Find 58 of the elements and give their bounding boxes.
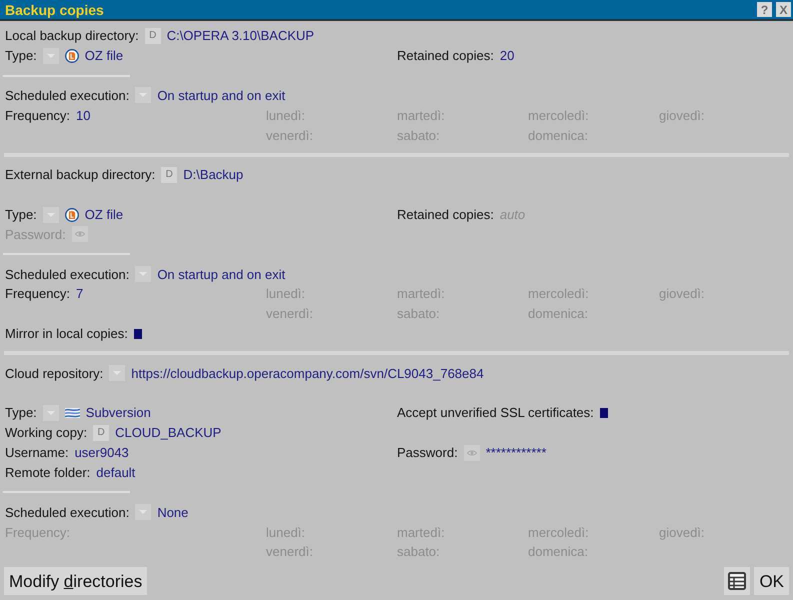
field-label: Mirror in local copies: [5,327,128,340]
dropdown-button[interactable] [135,87,152,104]
checkbox[interactable] [134,328,142,339]
field-label: Retained copies: [397,208,494,222]
field-value[interactable]: Subversion [86,406,151,420]
field-label: Scheduled execution: [5,268,130,281]
field-value[interactable]: 7 [76,287,84,300]
field-value[interactable]: ************ [486,446,546,460]
field-value[interactable]: D:\Backup [183,168,244,182]
title-bar-button[interactable]: ? [757,2,772,17]
field-value[interactable]: OZ file [84,49,124,62]
wave-stripes-icon [64,408,80,418]
document-badge-icon [64,48,79,63]
field-label: Cloud repository: [5,366,104,380]
dropdown-button[interactable] [109,365,126,382]
checkbox[interactable] [600,408,608,418]
field-label: Type: [5,208,37,222]
field-value[interactable]: user9043 [74,446,129,460]
field-label: Password: [397,446,458,460]
dropdown-button[interactable] [42,206,59,223]
field-value[interactable]: default [96,466,136,479]
field-label: Working copy: [5,426,88,440]
field-label: Accept unverified SSL certificates: [397,406,594,420]
field-label: Frequency: [5,287,70,300]
field-label: Frequency: [5,108,70,122]
window-title: Backup copies [5,2,104,16]
document-badge-icon [64,208,79,222]
title-bar-button[interactable]: X [776,2,791,17]
field-value[interactable]: On startup and on exit [157,268,286,281]
field-label: Scheduled execution: [5,88,130,102]
field-value[interactable]: None [157,506,188,519]
field-value[interactable]: https://cloudbackup.operacompany.com/svn/CL9043_768e84 [131,366,484,380]
field-value[interactable]: 10 [76,108,91,122]
dialog-button[interactable]: OK [754,567,789,595]
dropdown-button[interactable] [42,404,59,421]
field-value[interactable]: CLOUD_BACKUP [115,426,222,440]
table-icon [728,572,746,590]
field-label: Retained copies: [397,49,494,62]
dropdown-button[interactable] [42,48,59,64]
field-label: External backup directory: [5,168,156,182]
dialog-button[interactable]: Modify directories [4,567,148,595]
field-label: Local backup directory: [5,29,139,42]
field-value[interactable]: C:\OPERA 3.10\BACKUP [166,29,314,42]
eye-icon [74,231,85,238]
field-value[interactable]: On startup and on exit [157,88,286,102]
field-label: Type: [5,49,37,62]
field-label: Username: [5,446,69,460]
table-view-button[interactable] [724,567,750,595]
dropdown-button[interactable] [135,504,152,520]
reveal-password-button[interactable] [72,226,88,242]
dropdown-button[interactable] [135,266,152,282]
field-label: Type: [5,406,37,420]
eye-icon [466,450,477,456]
reveal-password-button[interactable] [464,444,480,461]
field-label: Remote folder: [5,466,90,479]
field-value[interactable]: 20 [500,49,514,62]
field-label: Scheduled execution: [5,506,130,519]
field-value[interactable]: OZ file [84,208,124,222]
